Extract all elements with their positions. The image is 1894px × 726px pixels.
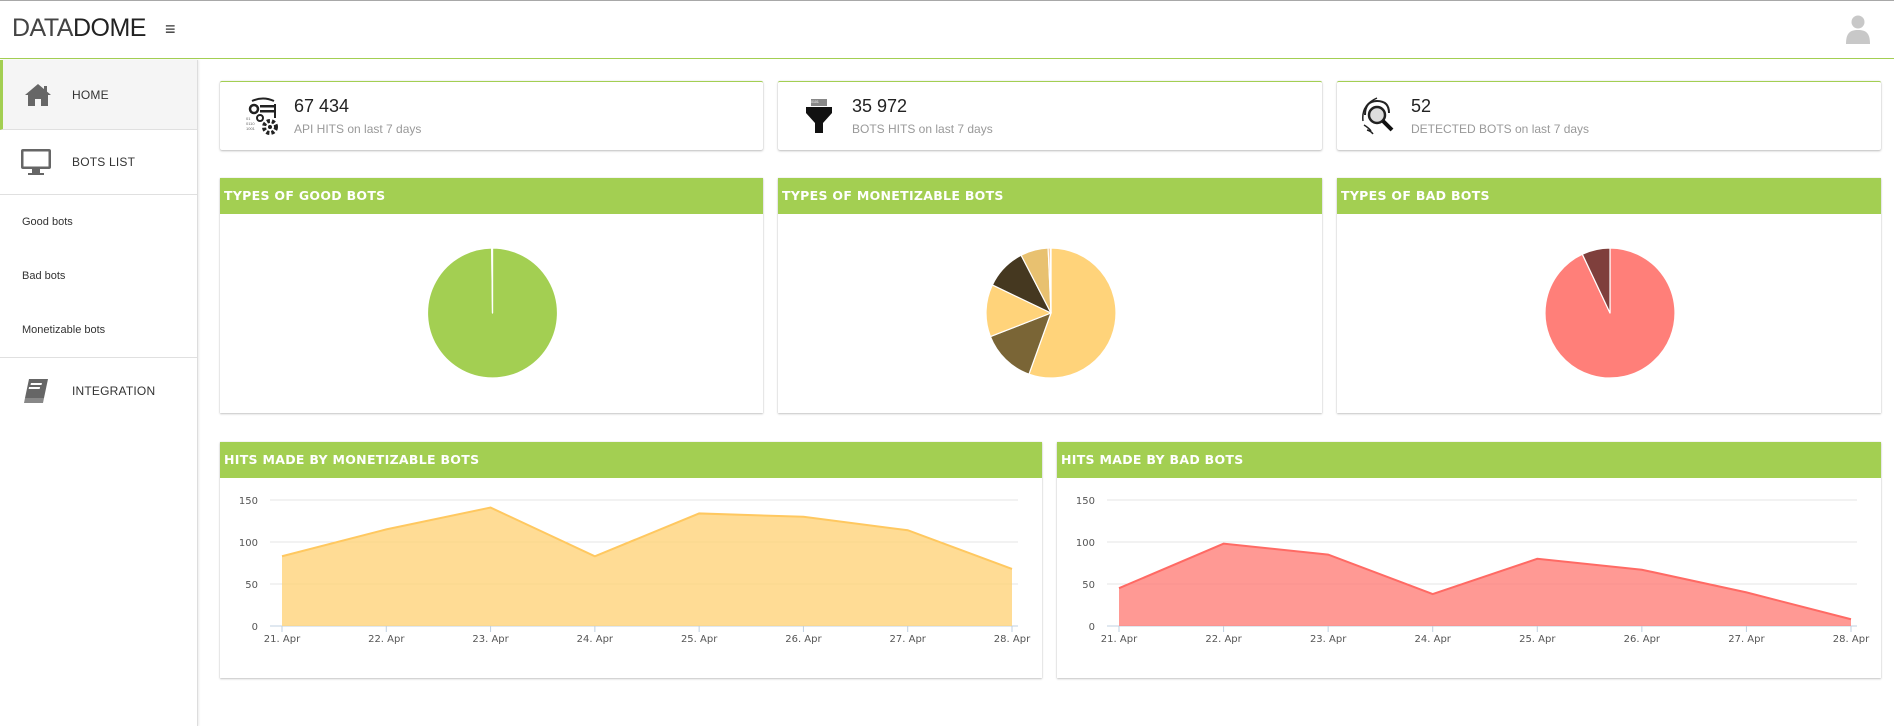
x-tick-label: 21. Apr bbox=[1101, 634, 1138, 645]
y-tick-label: 150 bbox=[1076, 496, 1095, 507]
y-tick-label: 100 bbox=[1076, 538, 1095, 549]
bots-list-submenu: Good bots Bad bots Monetizable bots bbox=[0, 195, 197, 358]
area-chart-monetizable-hits: 0 50 100 150 21. Apr 22. Apr 23. Apr 24. Apr 25.… bbox=[239, 496, 1031, 645]
logo-text-data: DATA bbox=[12, 14, 73, 42]
stat-card-detected-bots: 52 DETECTED BOTS on last 7 days bbox=[1337, 81, 1881, 150]
panel-hits-monetizable: HITS MADE BY MONETIZABLE BOTS 0 50 100 150 2… bbox=[220, 442, 1042, 678]
x-tick-label: 27. Apr bbox=[890, 634, 927, 645]
y-tick-label: 100 bbox=[239, 538, 258, 549]
data-point[interactable] bbox=[279, 553, 285, 559]
data-point[interactable] bbox=[1743, 589, 1749, 595]
x-tick-label: 24. Apr bbox=[1415, 634, 1452, 645]
stat-label: API HITS on last 7 days bbox=[294, 122, 422, 136]
y-tick-label: 150 bbox=[239, 496, 258, 507]
stat-card-api-hits: 01 0110 1001 67 434 API HITS on last 7 day… bbox=[220, 81, 763, 150]
sidebar-item-integration[interactable]: INTEGRATION bbox=[0, 358, 197, 423]
x-tick-label: 24. Apr bbox=[577, 634, 614, 645]
panel-title: HITS MADE BY MONETIZABLE BOTS bbox=[220, 442, 1042, 478]
panel-title: TYPES OF MONETIZABLE BOTS bbox=[778, 178, 1322, 214]
area-chart-bad-hits: 0 50 100 150 21. Apr 22. Apr 23. Apr 24. Apr 25.… bbox=[1076, 496, 1870, 645]
data-point[interactable] bbox=[383, 526, 389, 532]
data-point[interactable] bbox=[592, 553, 598, 559]
pie-chart-bad-bots bbox=[1544, 247, 1676, 379]
y-tick-label: 0 bbox=[1089, 622, 1095, 633]
x-tick-label: 28. Apr bbox=[1833, 634, 1870, 645]
data-point[interactable] bbox=[1325, 552, 1331, 558]
panel-title: TYPES OF BAD BOTS bbox=[1337, 178, 1881, 214]
area-fill bbox=[1119, 543, 1851, 626]
stat-value: 35 972 bbox=[852, 96, 908, 116]
x-tick-label: 25. Apr bbox=[681, 634, 718, 645]
api-gears-icon: 0101101001 bbox=[246, 97, 278, 135]
panel-bad-bots: TYPES OF BAD BOTS bbox=[1337, 178, 1881, 413]
panel-good-bots: TYPES OF GOOD BOTS bbox=[220, 178, 763, 413]
pie-chart-monetizable-bots bbox=[985, 247, 1117, 379]
area-fill bbox=[282, 507, 1012, 626]
data-point[interactable] bbox=[1009, 566, 1015, 572]
sidebar-subitem-good-bots[interactable]: Good bots bbox=[0, 195, 197, 249]
sidebar-subitem-bad-bots[interactable]: Bad bots bbox=[0, 249, 197, 303]
monitor-icon bbox=[0, 148, 72, 176]
panel-title: HITS MADE BY BAD BOTS bbox=[1057, 442, 1881, 478]
x-tick-label: 28. Apr bbox=[994, 634, 1031, 645]
panel-title: TYPES OF GOOD BOTS bbox=[220, 178, 763, 214]
x-tick-label: 23. Apr bbox=[1310, 634, 1347, 645]
data-point[interactable] bbox=[1639, 567, 1645, 573]
sidebar-item-label: HOME bbox=[72, 87, 109, 102]
stat-card-bots-hits: 0101 35 972 BOTS HITS on last 7 days bbox=[778, 81, 1322, 150]
pie-slice[interactable] bbox=[491, 247, 494, 314]
data-point[interactable] bbox=[696, 510, 702, 516]
x-tick-label: 23. Apr bbox=[472, 634, 509, 645]
data-point[interactable] bbox=[488, 505, 494, 511]
home-icon bbox=[3, 83, 72, 107]
y-tick-label: 0 bbox=[252, 622, 258, 633]
x-tick-label: 25. Apr bbox=[1519, 634, 1556, 645]
data-point[interactable] bbox=[905, 527, 911, 533]
sidebar-item-label: BOTS LIST bbox=[72, 155, 136, 169]
x-tick-label: 21. Apr bbox=[264, 634, 301, 645]
data-point[interactable] bbox=[1116, 585, 1122, 591]
x-tick-label: 26. Apr bbox=[1624, 634, 1661, 645]
data-point[interactable] bbox=[800, 514, 806, 520]
user-avatar-icon[interactable] bbox=[1845, 13, 1871, 45]
pie-chart-good-bots bbox=[426, 247, 559, 379]
data-point[interactable] bbox=[1848, 616, 1854, 622]
sidebar-item-home[interactable]: HOME bbox=[0, 60, 197, 130]
datadome-logo[interactable]: DATADOME bbox=[12, 14, 146, 43]
sidebar: HOME BOTS LIST Good bots Bad bots Moneti… bbox=[0, 60, 198, 726]
fingerprint-search-icon bbox=[1362, 97, 1394, 135]
sidebar-item-bots-list[interactable]: BOTS LIST bbox=[0, 130, 197, 195]
panel-monetizable-bots: TYPES OF MONETIZABLE BOTS bbox=[778, 178, 1322, 413]
logo-text-dome: DOME bbox=[72, 14, 147, 42]
hamburger-icon[interactable]: ≡ bbox=[165, 19, 176, 40]
data-point[interactable] bbox=[1221, 541, 1227, 547]
stat-label: BOTS HITS on last 7 days bbox=[852, 122, 993, 136]
svg-text:1001: 1001 bbox=[246, 126, 256, 131]
x-tick-label: 26. Apr bbox=[785, 634, 822, 645]
y-tick-label: 50 bbox=[1082, 580, 1095, 591]
sidebar-item-label: INTEGRATION bbox=[72, 383, 156, 398]
svg-text:0101: 0101 bbox=[811, 100, 819, 104]
panel-hits-bad: HITS MADE BY BAD BOTS 0 50 100 150 21. Apr 22… bbox=[1057, 442, 1881, 678]
stat-value: 67 434 bbox=[294, 96, 350, 116]
data-point[interactable] bbox=[1534, 556, 1540, 562]
book-icon bbox=[0, 378, 72, 404]
data-point[interactable] bbox=[1430, 591, 1436, 597]
pie-slice[interactable] bbox=[1049, 247, 1052, 314]
x-tick-label: 22. Apr bbox=[1205, 634, 1242, 645]
stat-label: DETECTED BOTS on last 7 days bbox=[1411, 122, 1590, 136]
x-tick-label: 22. Apr bbox=[368, 634, 405, 645]
top-header: DATADOME ≡ bbox=[0, 1, 1894, 59]
sidebar-subitem-monetizable-bots[interactable]: Monetizable bots bbox=[0, 303, 197, 357]
stat-value: 52 bbox=[1411, 96, 1432, 116]
x-tick-label: 27. Apr bbox=[1728, 634, 1765, 645]
y-tick-label: 50 bbox=[245, 580, 258, 591]
funnel-icon: 0101 bbox=[806, 99, 832, 133]
